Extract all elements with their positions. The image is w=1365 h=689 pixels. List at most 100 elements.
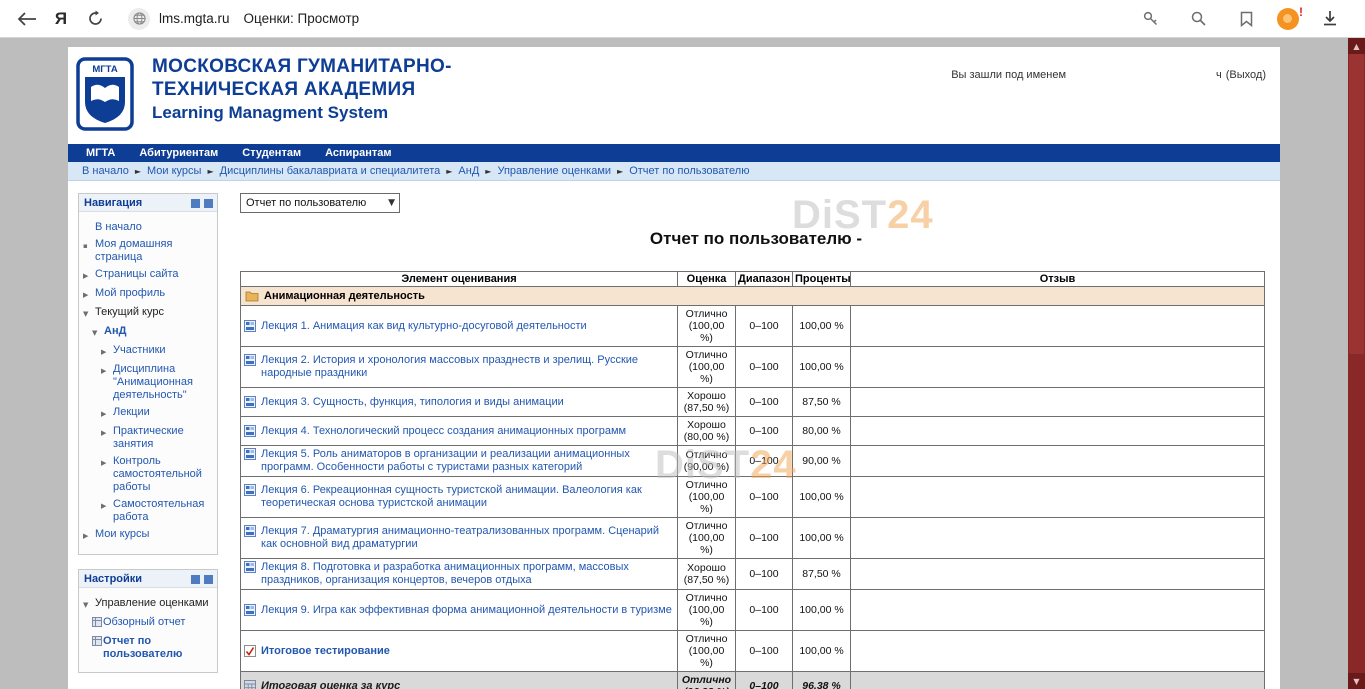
sidebar-item-discipline[interactable]: ▶ Дисциплина "Анимационная деятельность" bbox=[101, 363, 215, 402]
vertical-scrollbar[interactable]: ▲ ▼ bbox=[1348, 38, 1365, 689]
sidebar-item-participants[interactable]: ▶ Участники bbox=[101, 344, 215, 359]
back-icon[interactable] bbox=[10, 5, 44, 33]
sidebar-item-practical[interactable]: ▶ Практические занятия bbox=[101, 425, 215, 451]
range-value: 0–100 bbox=[736, 417, 793, 446]
breadcrumb-my-courses[interactable]: Мои курсы bbox=[147, 165, 201, 177]
site-header: МГТА МОСКОВСКАЯ ГУМАНИТАРНО- ТЕХНИЧЕСКАЯ… bbox=[68, 47, 1280, 144]
table-row: Лекция 4. Технологический процесс создан… bbox=[241, 417, 1265, 446]
extension-icon[interactable]: ! bbox=[1277, 8, 1299, 30]
settings-item-overview-report[interactable]: Обзорный отчет bbox=[92, 616, 215, 631]
report-select-value: Отчет по пользователю bbox=[246, 197, 366, 209]
column-header-percent: Проценты bbox=[793, 272, 851, 287]
academy-title-line2: ТЕХНИЧЕСКАЯ АКАДЕМИЯ bbox=[152, 78, 452, 101]
sidebar-item-my-courses[interactable]: ▶ Мои курсы bbox=[83, 528, 215, 543]
grade-value: Отлично bbox=[681, 479, 732, 491]
breadcrumb-course[interactable]: АнД bbox=[458, 165, 479, 177]
sidebar-item-control[interactable]: ▶ Контроль самостоятельной работы bbox=[101, 455, 215, 494]
chevron-down-icon: ▼ bbox=[388, 198, 395, 208]
chevron-down-icon: ▼ bbox=[83, 597, 95, 612]
navbar-item-aspirantam[interactable]: Аспирантам bbox=[325, 147, 391, 159]
range-value: 0–100 bbox=[736, 446, 793, 477]
grade-item-link[interactable]: Лекция 6. Рекреационная сущность туристс… bbox=[261, 484, 674, 510]
chevron-right-icon: ▶ bbox=[101, 455, 113, 494]
grade-percent: (100,00 %) bbox=[681, 604, 732, 628]
range-value: 0–100 bbox=[736, 347, 793, 388]
lesson-icon bbox=[244, 448, 256, 460]
sidebar-item-independent-work[interactable]: ▶ Самостоятельная работа bbox=[101, 498, 215, 524]
grade-item-link[interactable]: Итоговое тестирование bbox=[261, 645, 390, 658]
feedback-cell bbox=[851, 306, 1265, 347]
breadcrumb-user-report: Отчет по пользователю bbox=[629, 165, 749, 177]
percent-value: 100,00 % bbox=[793, 306, 851, 347]
report-select[interactable]: Отчет по пользователю ▼ bbox=[240, 193, 400, 213]
grade-item-link[interactable]: Лекция 4. Технологический процесс создан… bbox=[261, 425, 626, 438]
sidebar-item-my-profile[interactable]: ▶ Мой профиль bbox=[83, 287, 215, 302]
sidebar-item-current-course[interactable]: ▼ Текущий курс bbox=[83, 306, 215, 321]
lesson-icon bbox=[244, 484, 256, 496]
sidebar-item-lectures[interactable]: ▶ Лекции bbox=[101, 406, 215, 421]
collapse-block-icon[interactable] bbox=[191, 199, 200, 208]
feedback-cell bbox=[851, 477, 1265, 518]
percent-value: 80,00 % bbox=[793, 417, 851, 446]
grade-item-link[interactable]: Лекция 8. Подготовка и разработка анимац… bbox=[261, 561, 674, 587]
navigation-block-title: Навигация bbox=[84, 197, 187, 209]
settings-item-user-report[interactable]: Отчет по пользователю bbox=[92, 635, 215, 661]
settings-item-grade-admin[interactable]: ▼ Управление оценками bbox=[83, 597, 215, 612]
scrollbar-thumb[interactable] bbox=[1349, 54, 1364, 354]
sidebar-item-site-pages[interactable]: ▶ Страницы сайта bbox=[83, 268, 215, 283]
breadcrumb-disciplines[interactable]: Дисциплины бакалавриата и специалитета bbox=[220, 165, 441, 177]
scroll-down-button[interactable]: ▼ bbox=[1348, 673, 1365, 689]
breadcrumb-separator: ► bbox=[135, 167, 141, 176]
sidebar-item-my-home[interactable]: ▪ Моя домашняя страница bbox=[83, 238, 215, 264]
address-bar[interactable]: lms.mgta.ru Оценки: Просмотр bbox=[128, 8, 359, 30]
table-row: Лекция 3. Сущность, функция, типология и… bbox=[241, 388, 1265, 417]
report-icon bbox=[92, 616, 103, 631]
chevron-down-icon: ▼ bbox=[83, 306, 95, 321]
sidebar-item-and-course[interactable]: ▼ АнД bbox=[92, 325, 215, 340]
dock-block-icon[interactable] bbox=[204, 575, 213, 584]
refresh-icon[interactable] bbox=[78, 5, 112, 33]
download-icon[interactable] bbox=[1313, 5, 1347, 33]
table-row: Итоговое тестирование Отлично(100,00 %) … bbox=[241, 631, 1265, 672]
grade-value: Отлично bbox=[681, 349, 732, 361]
scrollbar-track[interactable] bbox=[1348, 54, 1365, 673]
grade-item-link[interactable]: Лекция 9. Игра как эффективная форма ани… bbox=[261, 604, 672, 617]
settings-block-title: Настройки bbox=[84, 573, 187, 585]
collapse-block-icon[interactable] bbox=[191, 575, 200, 584]
navbar-item-mgta[interactable]: МГТА bbox=[86, 147, 115, 159]
sidebar-item-home[interactable]: В начало bbox=[83, 221, 215, 234]
quiz-icon bbox=[244, 645, 256, 657]
login-info: Вы зашли под именем ч (Выход) bbox=[951, 69, 1266, 81]
feedback-cell bbox=[851, 388, 1265, 417]
scroll-up-button[interactable]: ▲ bbox=[1348, 38, 1365, 54]
grade-item-link[interactable]: Лекция 7. Драматургия анимационно-театра… bbox=[261, 525, 674, 551]
svg-text:МГТА: МГТА bbox=[92, 64, 118, 75]
grade-item-link[interactable]: Лекция 3. Сущность, функция, типология и… bbox=[261, 396, 564, 409]
main-content: Отчет по пользователю ▼ Отчет по пользов… bbox=[240, 193, 1272, 689]
settings-block: Настройки ▼ Управление оценками bbox=[78, 569, 218, 673]
navigation-block-header: Навигация bbox=[79, 194, 217, 212]
url-text: lms.mgta.ru bbox=[159, 11, 230, 26]
table-row: Лекция 8. Подготовка и разработка анимац… bbox=[241, 559, 1265, 590]
breadcrumb-home[interactable]: В начало bbox=[82, 165, 129, 177]
grade-item-link[interactable]: Лекция 5. Роль аниматоров в организации … bbox=[261, 448, 674, 474]
search-icon[interactable] bbox=[1181, 5, 1215, 33]
breadcrumb-grade-admin[interactable]: Управление оценками bbox=[497, 165, 611, 177]
bookmark-icon[interactable] bbox=[1229, 5, 1263, 33]
feedback-cell bbox=[851, 672, 1265, 689]
navbar-item-abiturientam[interactable]: Абитуриентам bbox=[139, 147, 218, 159]
grade-item-link[interactable]: Лекция 1. Анимация как вид культурно-дос… bbox=[261, 320, 587, 333]
page-background: МГТА МОСКОВСКАЯ ГУМАНИТАРНО- ТЕХНИЧЕСКАЯ… bbox=[0, 38, 1348, 689]
navbar-item-studentam[interactable]: Студентам bbox=[242, 147, 301, 159]
yandex-icon[interactable]: Я bbox=[44, 5, 78, 33]
column-header-item: Элемент оценивания bbox=[241, 272, 678, 287]
chevron-right-icon: ▶ bbox=[83, 528, 95, 543]
key-icon[interactable] bbox=[1133, 5, 1167, 33]
dock-block-icon[interactable] bbox=[204, 199, 213, 208]
mgta-logo[interactable]: МГТА bbox=[76, 57, 134, 136]
range-value: 0–100 bbox=[736, 672, 793, 689]
logout-link[interactable]: (Выход) bbox=[1226, 69, 1266, 81]
chevron-right-icon: ▶ bbox=[101, 425, 113, 451]
folder-icon bbox=[245, 290, 259, 302]
grade-item-link[interactable]: Лекция 2. История и хронология массовых … bbox=[261, 354, 674, 380]
